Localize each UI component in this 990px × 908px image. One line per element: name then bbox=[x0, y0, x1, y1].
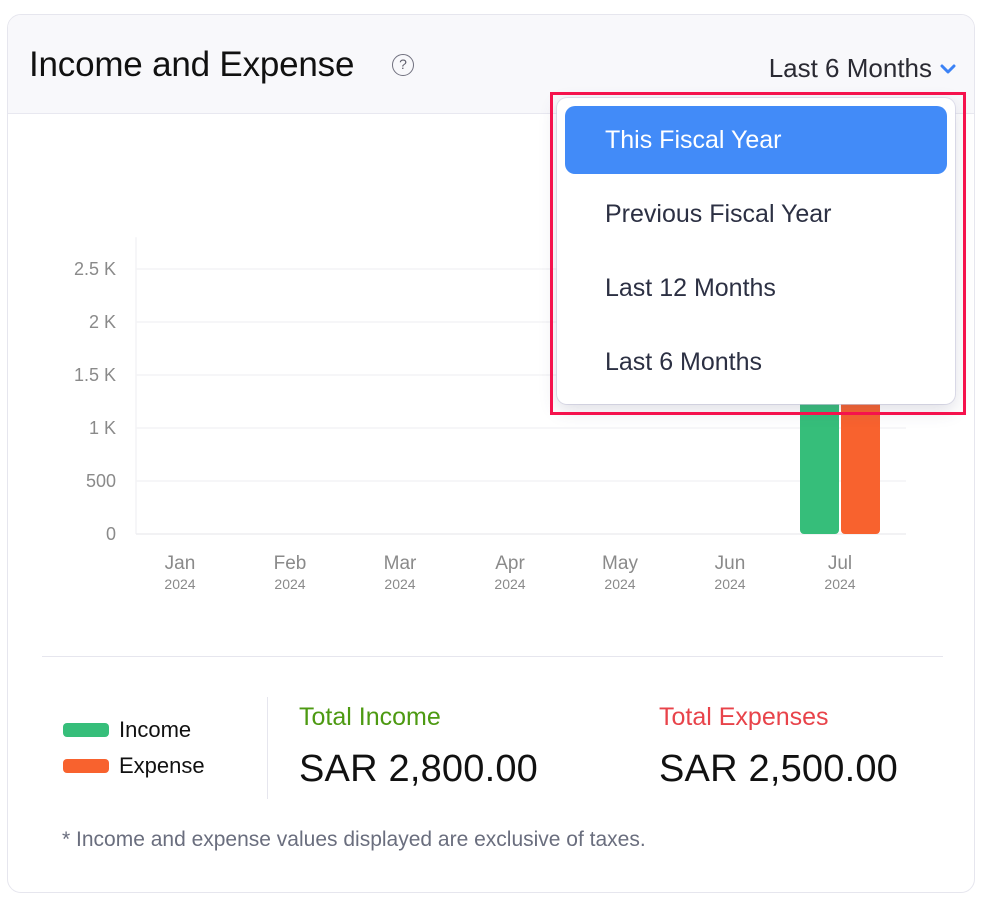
x-tick-month: Apr bbox=[495, 553, 525, 574]
legend-label-income: Income bbox=[119, 717, 192, 742]
y-tick-label: 1 K bbox=[89, 418, 116, 438]
x-tick-year: 2024 bbox=[824, 576, 855, 592]
x-tick-month: Mar bbox=[384, 553, 417, 574]
legend-label-expense: Expense bbox=[119, 753, 205, 778]
menu-item-last-6-months[interactable]: Last 6 Months bbox=[565, 328, 947, 396]
x-tick-year: 2024 bbox=[274, 576, 305, 592]
total-income-label: Total Income bbox=[299, 703, 441, 731]
chart-legend: Income Expense bbox=[63, 712, 205, 784]
total-expenses-label: Total Expenses bbox=[659, 703, 829, 731]
period-dropdown-menu: This Fiscal Year Previous Fiscal Year La… bbox=[557, 98, 955, 404]
x-tick-year: 2024 bbox=[494, 576, 525, 592]
total-income-value: SAR 2,800.00 bbox=[299, 748, 539, 790]
x-tick-year: 2024 bbox=[164, 576, 195, 592]
x-tick-month: Jan bbox=[165, 553, 196, 574]
y-tick-label: 1.5 K bbox=[74, 365, 116, 385]
x-tick-year: 2024 bbox=[714, 576, 745, 592]
menu-item-this-fiscal-year[interactable]: This Fiscal Year bbox=[565, 106, 947, 174]
x-tick-month: Feb bbox=[274, 553, 307, 574]
y-tick-label: 2 K bbox=[89, 312, 116, 332]
x-tick-month: Jun bbox=[715, 553, 746, 574]
total-expenses-value: SAR 2,500.00 bbox=[659, 748, 899, 790]
x-tick-month: May bbox=[602, 553, 638, 574]
menu-item-last-12-months[interactable]: Last 12 Months bbox=[565, 254, 947, 322]
x-tick-year: 2024 bbox=[384, 576, 415, 592]
legend-separator bbox=[267, 697, 268, 799]
x-tick-month: Jul bbox=[828, 553, 852, 574]
total-expenses: Total Expenses SAR 2,500.00 bbox=[659, 703, 898, 791]
legend-swatch-income bbox=[63, 723, 109, 737]
legend-item-expense: Expense bbox=[63, 748, 205, 784]
tax-footnote: * Income and expense values displayed ar… bbox=[62, 828, 646, 851]
x-tick-year: 2024 bbox=[604, 576, 635, 592]
y-tick-label: 2.5 K bbox=[74, 259, 116, 279]
y-tick-label: 500 bbox=[86, 471, 116, 491]
menu-item-previous-fiscal-year[interactable]: Previous Fiscal Year bbox=[565, 180, 947, 248]
total-income: Total Income SAR 2,800.00 bbox=[299, 703, 538, 791]
y-tick-label: 0 bbox=[106, 524, 116, 544]
legend-swatch-expense bbox=[63, 759, 109, 773]
legend-item-income: Income bbox=[63, 712, 205, 748]
section-divider bbox=[42, 656, 943, 657]
